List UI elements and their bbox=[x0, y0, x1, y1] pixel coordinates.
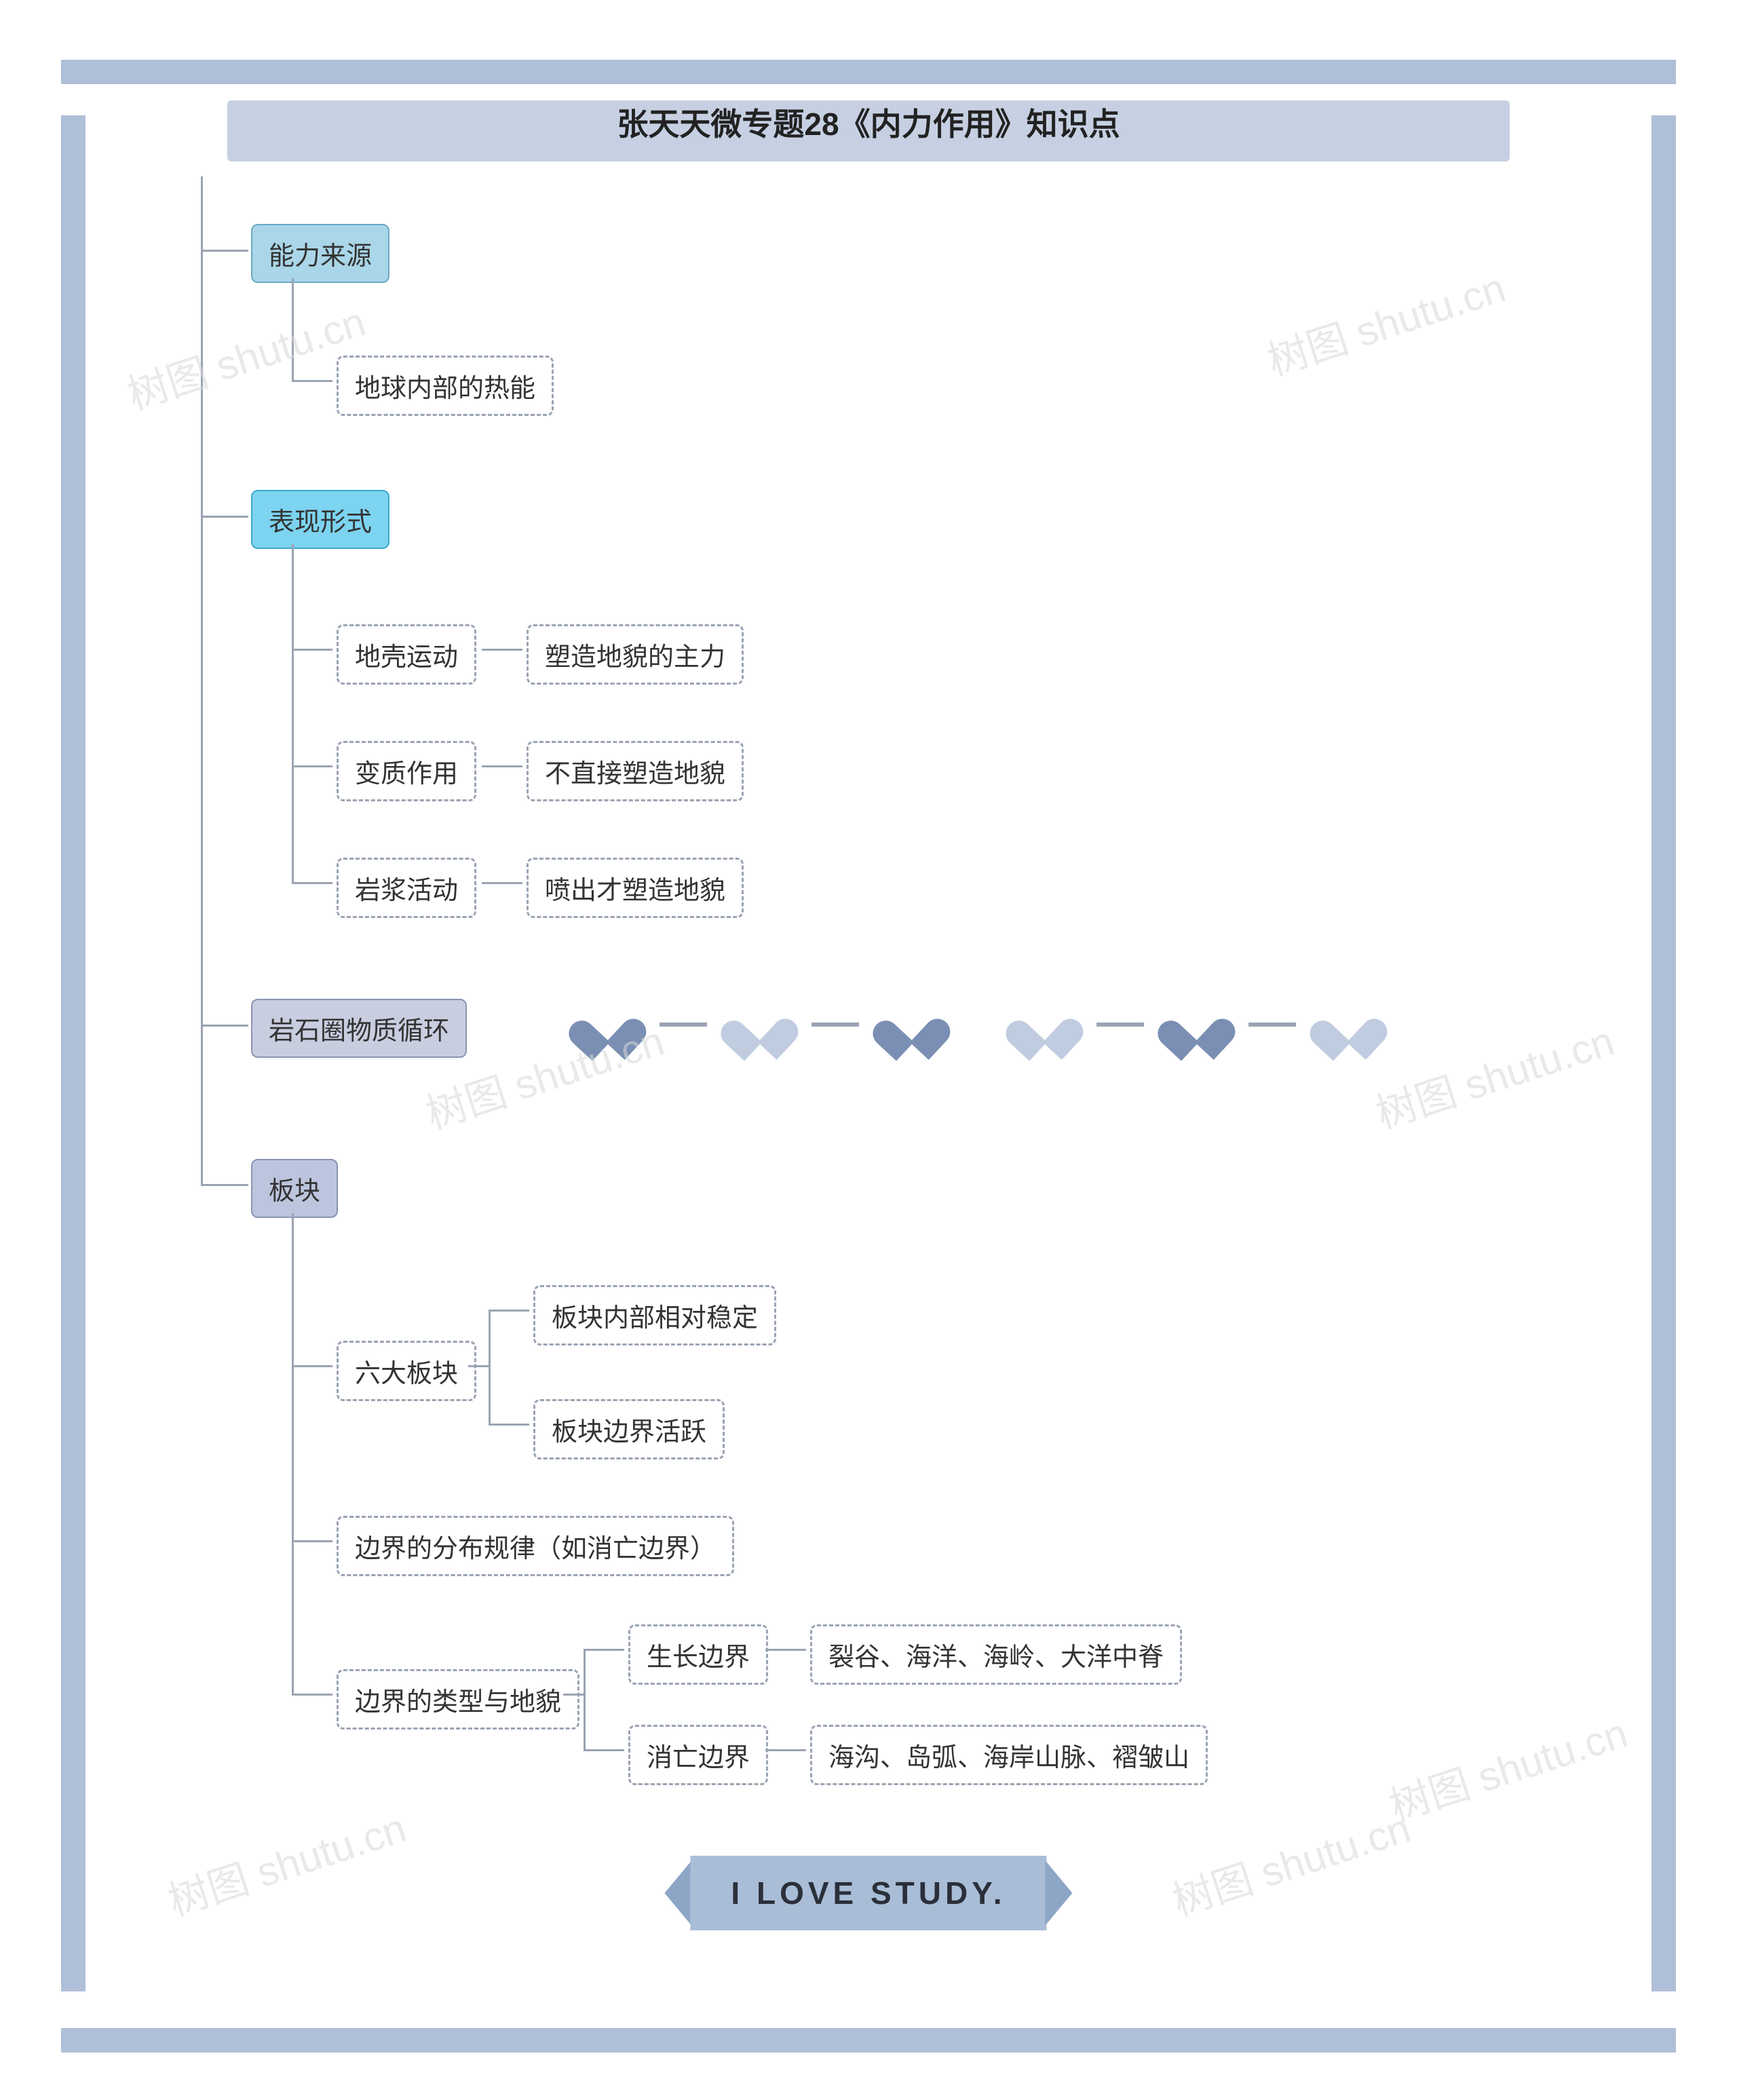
c2-b2d bbox=[482, 765, 522, 767]
branch-to-c4 bbox=[201, 1184, 248, 1186]
leaf-metamorphism[interactable]: 变质作用 bbox=[337, 741, 476, 801]
c2-b3d bbox=[482, 882, 522, 884]
leaf-metamorphism-desc[interactable]: 不直接塑造地貌 bbox=[527, 741, 744, 801]
page: 张天天微专题28《内力作用》知识点 能力来源 地球内部的热能 表现形式 地壳运动… bbox=[0, 0, 1737, 2100]
c1-down bbox=[292, 278, 294, 380]
c4-b2 bbox=[292, 1540, 332, 1542]
branch-to-c3 bbox=[201, 1025, 248, 1027]
trunk-line bbox=[201, 176, 203, 1184]
branch-to-c2 bbox=[201, 516, 248, 518]
c4-b1 bbox=[292, 1365, 332, 1367]
c2-b1 bbox=[292, 649, 332, 651]
leaf-magma-desc[interactable]: 喷出才塑造地貌 bbox=[527, 858, 744, 918]
footer-text: I LOVE STUDY. bbox=[690, 1856, 1046, 1930]
heart-dash bbox=[660, 1023, 707, 1027]
c4-1-to-a bbox=[489, 1310, 529, 1312]
branch-to-c1 bbox=[201, 250, 248, 252]
leaf-convergent-examples[interactable]: 海沟、岛弧、海岸山脉、褶皱山 bbox=[810, 1725, 1208, 1785]
c4-1-to-b bbox=[489, 1424, 529, 1426]
c1-to-leaf bbox=[292, 380, 332, 382]
cat-rock-cycle[interactable]: 岩石圈物质循环 bbox=[251, 999, 467, 1058]
leaf-six-plates[interactable]: 六大板块 bbox=[337, 1341, 476, 1401]
leaf-crust-movement[interactable]: 地壳运动 bbox=[337, 624, 476, 685]
frame-left bbox=[61, 115, 85, 1991]
leaf-convergent-boundary[interactable]: 消亡边界 bbox=[628, 1725, 768, 1785]
heart-icon bbox=[735, 1002, 784, 1047]
c4-b3 bbox=[292, 1694, 332, 1696]
footer-ribbon: I LOVE STUDY. bbox=[664, 1856, 1072, 1930]
heart-icon bbox=[1324, 1002, 1373, 1047]
c4-3a-to-d bbox=[765, 1649, 806, 1651]
cat-plates[interactable]: 板块 bbox=[251, 1159, 338, 1218]
leaf-crust-movement-desc[interactable]: 塑造地貌的主力 bbox=[527, 624, 744, 685]
ribbon-left-notch bbox=[664, 1860, 691, 1926]
c4-3-to-a bbox=[584, 1649, 624, 1651]
c4-1-brkt-h bbox=[468, 1365, 489, 1367]
c4-3-to-b bbox=[584, 1749, 624, 1751]
heart-icon bbox=[887, 1002, 936, 1047]
c2-down bbox=[292, 544, 294, 883]
cat-expression-form[interactable]: 表现形式 bbox=[251, 490, 389, 549]
hearts-divider bbox=[584, 1003, 1372, 1046]
cat-energy-source[interactable]: 能力来源 bbox=[251, 224, 389, 283]
c2-b1d bbox=[482, 649, 522, 651]
heart-icon bbox=[583, 1002, 632, 1047]
heart-icon bbox=[1172, 1002, 1221, 1047]
c4-down bbox=[292, 1213, 294, 1695]
c4-1-brkt-v bbox=[489, 1310, 491, 1425]
frame-bottom bbox=[61, 2028, 1676, 2053]
leaf-boundary-types[interactable]: 边界的类型与地貌 bbox=[337, 1669, 579, 1730]
c4-3-brkt-h bbox=[563, 1694, 584, 1696]
heart-dash bbox=[812, 1023, 859, 1027]
diagram-title: 张天天微专题28《内力作用》知识点 bbox=[569, 85, 1167, 159]
leaf-divergent-boundary[interactable]: 生长边界 bbox=[628, 1624, 768, 1685]
leaf-divergent-examples[interactable]: 裂谷、海洋、海岭、大洋中脊 bbox=[810, 1624, 1182, 1685]
leaf-boundary-distribution[interactable]: 边界的分布规律（如消亡边界） bbox=[337, 1516, 734, 1576]
c4-3b-to-d bbox=[765, 1749, 806, 1751]
c2-b3 bbox=[292, 882, 332, 884]
c2-b2 bbox=[292, 765, 332, 767]
title-banner: 张天天微专题28《内力作用》知识点 bbox=[156, 75, 1581, 170]
leaf-plate-interior-stable[interactable]: 板块内部相对稳定 bbox=[533, 1285, 776, 1345]
ribbon-right-notch bbox=[1046, 1860, 1073, 1926]
heart-dash bbox=[1248, 1023, 1296, 1027]
c4-3-brkt-v bbox=[584, 1649, 586, 1751]
leaf-magma[interactable]: 岩浆活动 bbox=[337, 858, 476, 918]
frame-right bbox=[1652, 115, 1676, 1991]
heart-icon bbox=[1020, 1002, 1069, 1047]
heart-dash bbox=[1096, 1023, 1144, 1027]
leaf-plate-boundary-active[interactable]: 板块边界活跃 bbox=[533, 1399, 725, 1459]
leaf-earth-heat[interactable]: 地球内部的热能 bbox=[337, 356, 554, 416]
